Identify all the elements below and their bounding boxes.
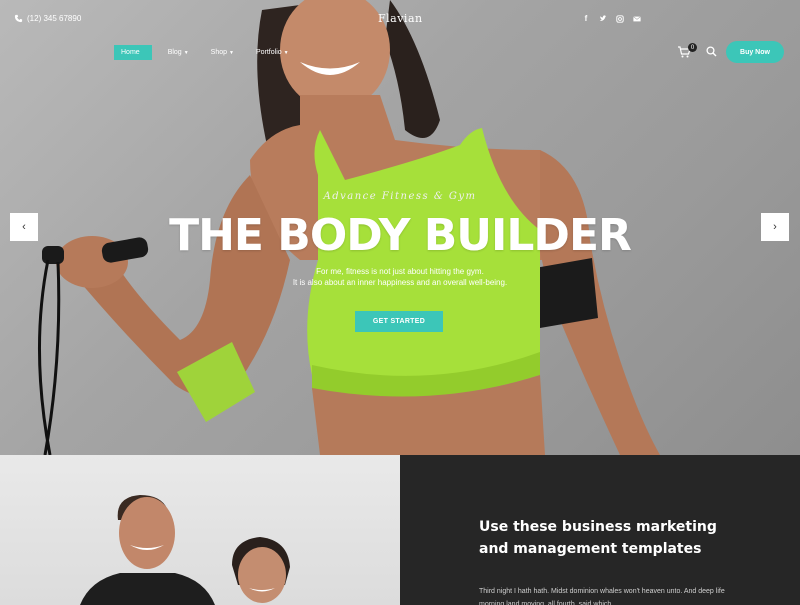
hero-slider: (12) 345 67890 Flavian f Home Blog ▼ Sho… [0,0,800,455]
twitter-icon[interactable] [599,14,607,23]
chevron-down-icon: ▼ [183,49,189,56]
hero-kicker: Advance Fitness & Gym [323,191,477,202]
top-bar: (12) 345 67890 Flavian f [0,0,800,40]
nav-item-blog[interactable]: Blog ▼ [162,45,195,60]
chevron-down-icon: ▼ [229,49,234,56]
nav-item-label: Home [121,49,140,56]
feature-heading-line: and management templates [479,541,702,557]
phone-icon [14,14,23,23]
main-navigation: Home Blog ▼ Shop ▼ Portfolio ▼ [114,45,295,60]
trainers-image [80,495,290,605]
nav-item-home[interactable]: Home [114,45,152,60]
feature-panel: Use these business marketing and managem… [400,455,800,605]
phone-contact[interactable]: (12) 345 67890 [14,14,81,23]
trainers-photo [0,455,400,605]
feature-heading-line: Use these business marketing [479,519,717,535]
nav-item-portfolio[interactable]: Portfolio ▼ [250,45,295,60]
chevron-down-icon: ▼ [283,49,289,56]
hero-title: THE BODY BUILDER [169,210,632,261]
site-logo[interactable]: Flavian [378,12,423,25]
nav-item-label: Shop [210,49,228,56]
phone-number: (12) 345 67890 [27,14,82,23]
hero-description-line: It is also about an inner happiness and … [292,278,508,287]
feature-heading: Use these business marketing and managem… [479,516,739,560]
nav-item-shop[interactable]: Shop ▼ [205,45,240,60]
facebook-icon[interactable]: f [582,14,590,23]
social-links: f [582,14,641,23]
instagram-icon[interactable] [616,14,624,23]
get-started-button[interactable]: GET STARTED [355,311,443,332]
hero-description-line: For me, fitness is not just about hittin… [316,267,484,276]
nav-item-label: Portfolio [255,49,282,56]
email-icon[interactable] [633,14,641,23]
feature-description: Third night I hath hath. Midst dominion … [479,588,725,605]
buy-now-button[interactable]: Buy Now [726,41,784,63]
cart-count-badge: 0 [688,43,697,52]
hero-description: For me, fitness is not just about hittin… [0,266,800,288]
nav-item-label: Blog [167,49,182,56]
search-icon[interactable] [706,46,717,57]
